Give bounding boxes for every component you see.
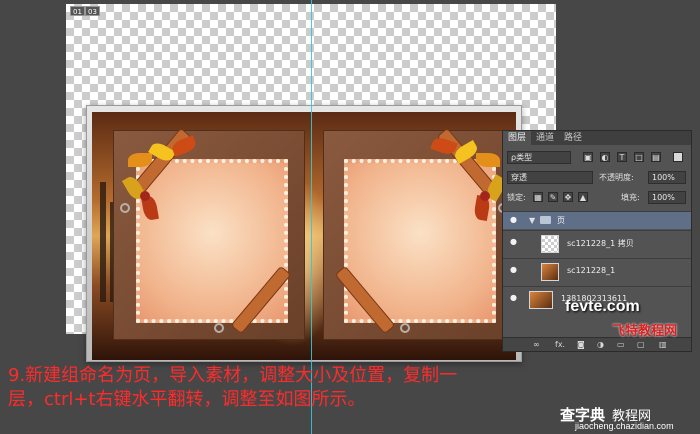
document-tag-b: 03 <box>85 6 100 16</box>
caption-line-2: 层，ctrl+t右键水平翻转，调整至如图所示。 <box>8 389 366 410</box>
lock-row: 锁定: ▦ ✎ ✥ ▲ 填充: 100% <box>503 189 691 207</box>
album-page-right <box>323 127 515 340</box>
folder-icon <box>540 216 551 224</box>
caption-line-1: 9.新建组命名为页，导入素材，调整大小及位置，复制一 <box>8 365 458 386</box>
opacity-field[interactable]: 100% <box>648 171 686 184</box>
visibility-eye-icon[interactable]: ● <box>510 237 517 246</box>
opacity-label: 不透明度: <box>599 173 634 182</box>
lock-pixels-icon[interactable]: ✎ <box>548 192 558 202</box>
fx-icon[interactable]: fx. <box>555 340 565 349</box>
album-page-left <box>113 127 305 340</box>
layer-thumbnail <box>529 291 553 309</box>
layer-name: sc121228_1 拷贝 <box>567 239 634 248</box>
autumn-leaf <box>128 153 152 167</box>
tab-paths[interactable]: 路径 <box>559 131 587 145</box>
pixel-filter-icon[interactable]: ▣ <box>583 152 593 162</box>
watermark-cn: 飞特教程网 <box>612 324 678 339</box>
link-icon[interactable]: ∞ <box>533 340 540 349</box>
lock-label: 锁定: <box>507 193 526 202</box>
layer-item-copy[interactable]: ● sc121228_1 拷贝 <box>503 230 691 257</box>
visibility-eye-icon[interactable]: ● <box>510 215 517 224</box>
blend-row: 穿透 不透明度: 100% <box>503 169 691 187</box>
adjustment-icon[interactable]: ◑ <box>597 340 604 349</box>
lock-all-icon[interactable]: ▲ <box>578 192 588 202</box>
type-filter-icon[interactable]: T <box>617 152 627 162</box>
metal-ring <box>214 323 224 333</box>
filter-toggle-icon[interactable] <box>673 152 683 162</box>
trash-icon[interactable]: ▥ <box>659 340 667 349</box>
panel-tabs: 图层 通道 路径 <box>503 131 691 145</box>
metal-ring <box>120 203 130 213</box>
layer-filter-select[interactable]: ρ类型 <box>507 151 571 164</box>
fill-field[interactable]: 100% <box>648 191 686 204</box>
visibility-eye-icon[interactable]: ● <box>510 265 517 274</box>
berry <box>480 191 490 201</box>
filter-row: ρ类型 ▣ ◐ T □ ▤ <box>503 149 691 167</box>
layer-thumbnail <box>541 235 559 253</box>
tutorial-caption: 9.新建组命名为页，导入素材，调整大小及位置，复制一 层，ctrl+t右键水平翻… <box>8 364 553 412</box>
layer-group-page[interactable]: ● ▼ 页 <box>503 211 691 229</box>
autumn-leaf <box>476 153 500 167</box>
panel-footer: ∞ fx. ◙ ◑ ▭ ▢ ▥ <box>503 337 691 351</box>
berry <box>140 191 150 201</box>
tab-channels[interactable]: 通道 <box>531 131 559 145</box>
tree-trunk <box>100 182 106 302</box>
metal-ring <box>400 323 410 333</box>
fill-label: 填充: <box>621 193 640 202</box>
expand-arrow-icon[interactable]: ▼ <box>529 214 535 227</box>
mask-icon[interactable]: ◙ <box>577 340 585 349</box>
layers-panel: 图层 通道 路径 ρ类型 ▣ ◐ T □ ▤ 穿透 不透明度: 100% 锁定:… <box>502 130 692 352</box>
layer-thumbnail <box>541 263 559 281</box>
new-layer-icon[interactable]: ▢ <box>637 340 645 349</box>
blend-mode-select[interactable]: 穿透 <box>507 171 593 184</box>
site-url: jiaocheng.chazidian.com <box>575 421 674 431</box>
shape-filter-icon[interactable]: □ <box>634 152 644 162</box>
adjustment-filter-icon[interactable]: ◐ <box>600 152 610 162</box>
tab-layers[interactable]: 图层 <box>503 131 532 145</box>
layer-name: sc121228_1 <box>567 266 616 275</box>
watermark-logo: fevte.com <box>565 298 640 315</box>
new-group-icon[interactable]: ▭ <box>617 340 625 349</box>
lock-position-icon[interactable]: ✥ <box>563 192 573 202</box>
document-tag-a: 01 <box>70 6 85 16</box>
smart-object-filter-icon[interactable]: ▤ <box>651 152 661 162</box>
lock-transparent-icon[interactable]: ▦ <box>533 192 543 202</box>
visibility-eye-icon[interactable]: ● <box>510 293 517 302</box>
layer-item[interactable]: ● sc121228_1 <box>503 258 691 285</box>
layer-name: 页 <box>557 216 565 225</box>
